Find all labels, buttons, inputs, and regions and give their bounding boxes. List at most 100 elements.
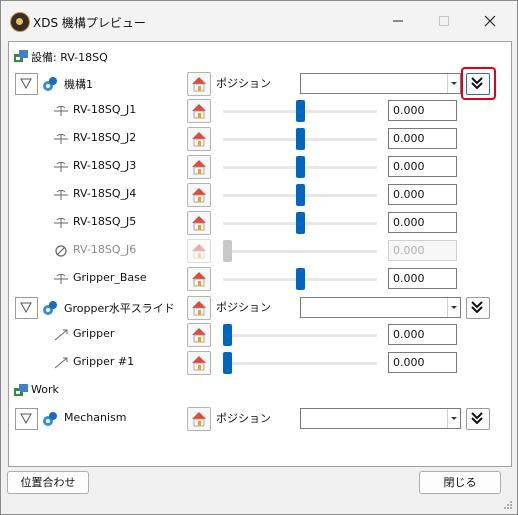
joint-name: Gripper #1 bbox=[73, 355, 135, 368]
joint-home-button[interactable] bbox=[187, 211, 211, 235]
joint-home-button[interactable] bbox=[187, 323, 211, 347]
slider-thumb[interactable] bbox=[296, 212, 305, 234]
title-bar: XDS 機構プレビュー bbox=[1, 1, 517, 41]
resize-grip-icon[interactable] bbox=[503, 500, 513, 510]
chevron-down-icon bbox=[447, 298, 460, 317]
linear-joint-icon bbox=[54, 329, 68, 341]
joint-slider[interactable] bbox=[223, 156, 377, 178]
home-icon bbox=[192, 356, 206, 371]
highlight-annotation bbox=[461, 67, 496, 100]
joint-value-field[interactable]: 0.000 bbox=[388, 128, 457, 149]
slider-thumb[interactable] bbox=[296, 184, 305, 206]
expand-all-button[interactable] bbox=[466, 297, 490, 319]
position-label: ポジション bbox=[216, 77, 271, 90]
position-select[interactable] bbox=[300, 297, 461, 318]
slider-thumb[interactable] bbox=[223, 324, 232, 346]
home-icon bbox=[192, 160, 206, 175]
home-icon bbox=[192, 244, 206, 259]
joint-home-button[interactable] bbox=[187, 99, 211, 123]
home-icon bbox=[192, 272, 206, 287]
rotary-joint-icon bbox=[54, 217, 68, 228]
collapse-toggle[interactable] bbox=[15, 73, 38, 95]
double-chevron-down-icon bbox=[471, 412, 483, 424]
home-icon bbox=[192, 328, 206, 343]
joint-slider[interactable] bbox=[223, 100, 377, 122]
joint-value: 0.000 bbox=[393, 104, 425, 117]
group-name: 機構1 bbox=[64, 78, 93, 91]
joint-home-button[interactable] bbox=[187, 351, 211, 375]
joint-value-field[interactable]: 0.000 bbox=[388, 352, 457, 373]
position-label: ポジション bbox=[216, 412, 271, 425]
joint-home-button bbox=[187, 239, 211, 263]
collapse-toggle[interactable] bbox=[15, 297, 38, 319]
work-label: Work bbox=[31, 383, 59, 396]
rotary-joint-icon bbox=[54, 273, 68, 284]
slider-thumb[interactable] bbox=[296, 128, 305, 150]
rotary-joint-icon bbox=[54, 189, 68, 200]
position-select[interactable] bbox=[300, 408, 461, 429]
home-position-button[interactable] bbox=[187, 296, 211, 320]
joint-name: RV-18SQ_J3 bbox=[73, 159, 137, 172]
joint-row: RV-18SQ_J5 0.000 bbox=[9, 211, 511, 235]
joint-name: RV-18SQ_J2 bbox=[73, 131, 137, 144]
joint-slider[interactable] bbox=[223, 324, 377, 346]
position-select[interactable] bbox=[300, 73, 461, 94]
joint-value: 0.000 bbox=[393, 216, 425, 229]
slider-thumb[interactable] bbox=[296, 100, 305, 122]
joint-value-field[interactable]: 0.000 bbox=[388, 212, 457, 233]
slider-thumb[interactable] bbox=[296, 156, 305, 178]
home-icon bbox=[192, 216, 206, 231]
joint-value-field[interactable]: 0.000 bbox=[388, 100, 457, 121]
device-row: 設備: RV-18SQ bbox=[9, 45, 511, 69]
joint-slider[interactable] bbox=[223, 128, 377, 150]
joint-name: RV-18SQ_J1 bbox=[73, 103, 137, 116]
home-icon bbox=[192, 132, 206, 147]
joint-value-field[interactable]: 0.000 bbox=[388, 324, 457, 345]
joint-slider[interactable] bbox=[223, 268, 377, 290]
slider-thumb[interactable] bbox=[223, 352, 232, 374]
rotary-joint-icon bbox=[54, 105, 68, 116]
joint-row: Gripper #1 0.000 bbox=[9, 351, 511, 375]
joint-slider[interactable] bbox=[223, 184, 377, 206]
joint-row: RV-18SQ_J2 0.000 bbox=[9, 127, 511, 151]
home-position-button[interactable] bbox=[187, 407, 211, 431]
group-name: Mechanism bbox=[64, 411, 127, 424]
align-button[interactable]: 位置合わせ bbox=[7, 471, 89, 494]
joint-name: RV-18SQ_J4 bbox=[73, 187, 137, 200]
expand-all-button[interactable] bbox=[466, 408, 490, 430]
collapse-toggle[interactable] bbox=[15, 408, 38, 430]
joint-row-disabled: RV-18SQ_J6 0.000 bbox=[9, 239, 511, 263]
joint-home-button[interactable] bbox=[187, 155, 211, 179]
joint-row: RV-18SQ_J4 0.000 bbox=[9, 183, 511, 207]
group-row-kikou1: 機構1 ポジション bbox=[9, 72, 511, 96]
close-button[interactable]: 閉じる bbox=[419, 471, 501, 494]
maximize-button[interactable] bbox=[421, 5, 467, 37]
minimize-button[interactable] bbox=[375, 5, 421, 37]
joint-value-field[interactable]: 0.000 bbox=[388, 184, 457, 205]
home-icon bbox=[192, 301, 206, 316]
joint-slider[interactable] bbox=[223, 352, 377, 374]
triangle-down-icon bbox=[20, 413, 32, 424]
joint-value: 0.000 bbox=[393, 160, 425, 173]
joint-home-button[interactable] bbox=[187, 183, 211, 207]
close-window-button[interactable] bbox=[467, 5, 513, 37]
disabled-joint-icon bbox=[55, 245, 67, 257]
slider-thumb[interactable] bbox=[296, 268, 305, 290]
joint-value: 0.000 bbox=[393, 188, 425, 201]
joint-name: RV-18SQ_J6 bbox=[73, 243, 137, 256]
group-row-mechanism: Mechanism ポジション bbox=[9, 407, 511, 431]
home-position-button[interactable] bbox=[187, 72, 211, 96]
joint-home-button[interactable] bbox=[187, 267, 211, 291]
home-icon bbox=[192, 77, 206, 92]
joint-home-button[interactable] bbox=[187, 127, 211, 151]
joint-row: RV-18SQ_J3 0.000 bbox=[9, 155, 511, 179]
device-icon bbox=[14, 50, 28, 62]
joint-value-field[interactable]: 0.000 bbox=[388, 268, 457, 289]
joint-name: Gripper_Base bbox=[73, 271, 147, 284]
window-title: XDS 機構プレビュー bbox=[33, 16, 146, 30]
linear-joint-icon bbox=[54, 357, 68, 369]
joint-slider[interactable] bbox=[223, 212, 377, 234]
triangle-down-icon bbox=[20, 302, 32, 313]
mechanism-tree-panel[interactable]: 設備: RV-18SQ 機構1 ポジション RV-18SQ_J1 0.000 R… bbox=[8, 41, 512, 467]
joint-value-field[interactable]: 0.000 bbox=[388, 156, 457, 177]
